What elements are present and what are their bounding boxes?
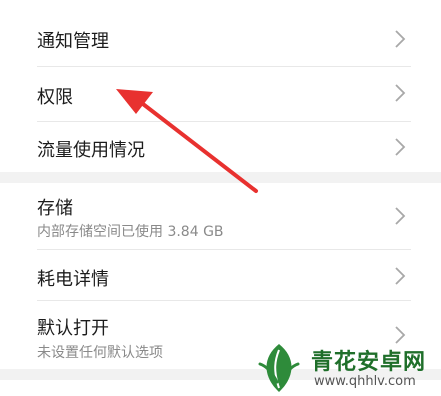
watermark-title: 青花安卓网 (311, 350, 427, 375)
annotation-arrow-icon (116, 89, 258, 193)
phone-logo-icon (258, 344, 300, 392)
watermark-logo: 青花安卓网 www.qhhlv.com (238, 339, 441, 396)
watermark-url: www.qhhlv.com (314, 374, 416, 389)
